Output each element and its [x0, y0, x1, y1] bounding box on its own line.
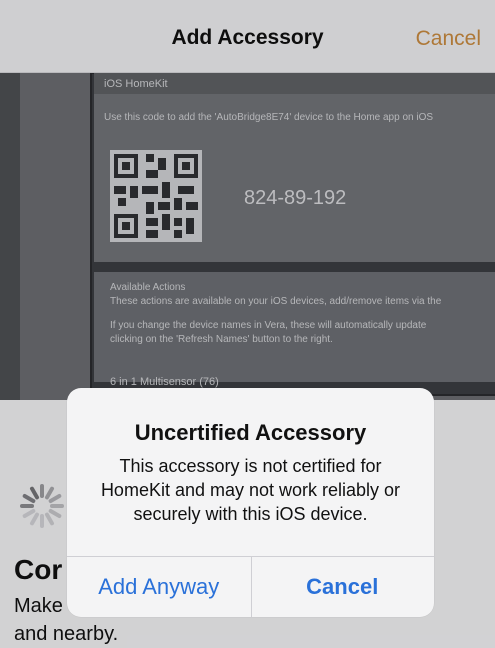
alert-message: This accessory is not certified for Home…	[100, 456, 401, 524]
add-anyway-button[interactable]: Add Anyway	[67, 557, 252, 617]
alert-title: Uncertified Accessory	[134, 420, 367, 445]
alert-cancel-button[interactable]: Cancel	[251, 557, 435, 617]
uncertified-accessory-alert: Uncertified Accessory This accessory is …	[67, 388, 434, 617]
alert-actions: Add Anyway Cancel	[67, 556, 434, 617]
